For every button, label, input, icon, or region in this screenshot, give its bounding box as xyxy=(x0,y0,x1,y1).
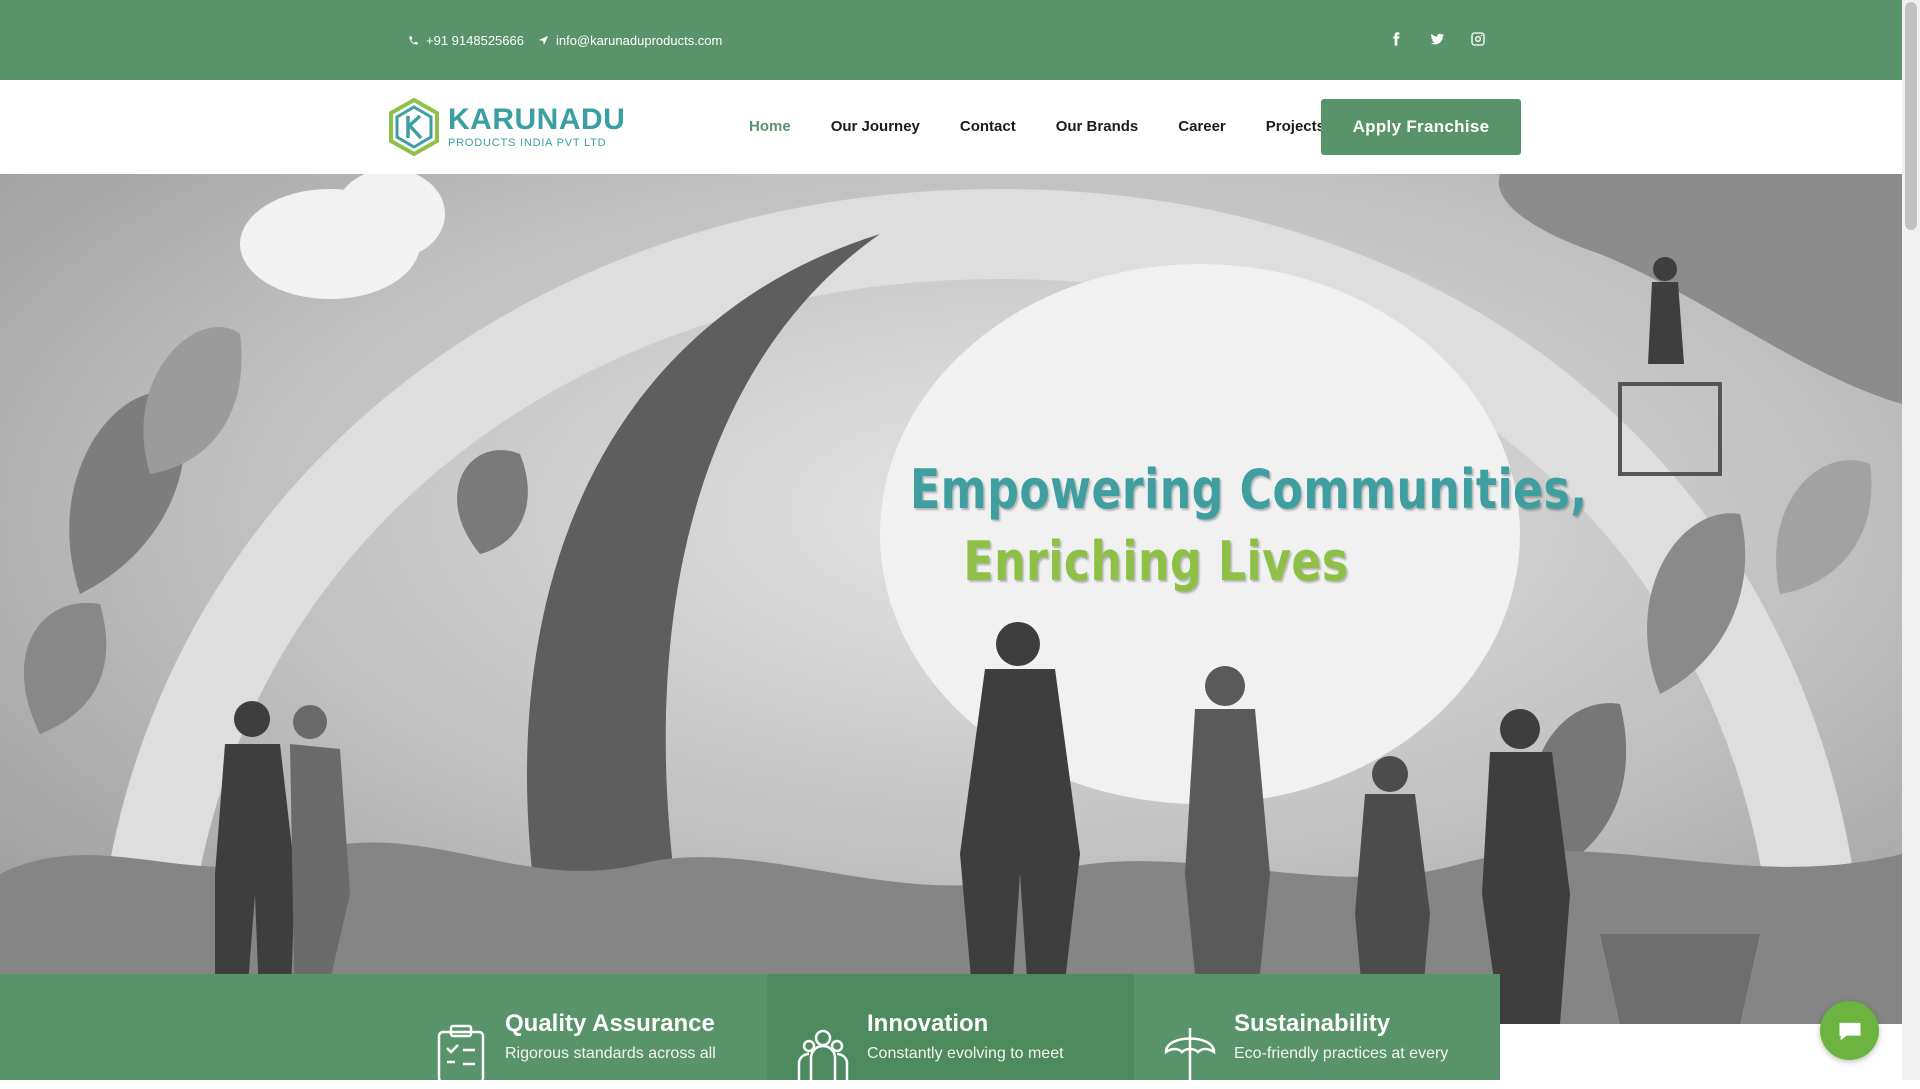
feature-title-sustainability: Sustainability xyxy=(1234,1010,1391,1037)
logo-text: KARUNADU PRODUCTS INDIA PVT LTD xyxy=(448,103,626,150)
nav-item-home[interactable]: Home xyxy=(749,118,791,135)
hero-headline-line-1: Empowering Communities, xyxy=(910,458,1588,521)
instagram-icon[interactable] xyxy=(1468,29,1487,48)
hero-headline: Empowering Communities, Enriching Lives xyxy=(910,454,1588,598)
feature-card-innovation: Innovation Constantly evolving to meet xyxy=(767,974,1134,1084)
email-address: info@karunaduproducts.com xyxy=(555,33,723,48)
umbrella-icon xyxy=(1164,1024,1216,1084)
hero-headline-line-2: Enriching Lives xyxy=(963,530,1349,593)
main-navbar: KARUNADU PRODUCTS INDIA PVT LTD Home Our… xyxy=(0,80,1902,174)
nav-item-projects[interactable]: Projects xyxy=(1266,118,1325,135)
twitter-icon[interactable] xyxy=(1427,29,1446,48)
nav-item-our-brands[interactable]: Our Brands xyxy=(1056,118,1139,135)
nav-menu: Home Our Journey Contact Our Brands Care… xyxy=(749,118,1325,135)
page-scrollbar[interactable] xyxy=(1902,0,1920,1080)
phone-contact[interactable]: +91 9148525666 xyxy=(408,33,524,48)
features-strip: Quality Assurance Rigorous standards acr… xyxy=(0,974,1500,1084)
email-contact[interactable]: info@karunaduproducts.com xyxy=(538,33,722,48)
logo-brand: KARUNADU xyxy=(448,103,626,136)
scrollbar-thumb[interactable] xyxy=(1905,2,1917,230)
phone-number: +91 9148525666 xyxy=(426,33,524,48)
hexagon-k-logo-icon xyxy=(389,98,439,156)
chat-widget-button[interactable] xyxy=(1820,1001,1879,1060)
feature-desc-sustainability: Eco-friendly practices at every xyxy=(1234,1045,1449,1062)
nav-item-contact[interactable]: Contact xyxy=(960,118,1016,135)
chat-bubble-icon xyxy=(1839,1022,1860,1040)
nav-item-career[interactable]: Career xyxy=(1178,118,1226,135)
feature-desc-innovation: Constantly evolving to meet xyxy=(867,1045,1064,1062)
feature-card-quality: Quality Assurance Rigorous standards acr… xyxy=(405,974,767,1084)
checklist-icon xyxy=(435,1024,487,1084)
hero-illustration xyxy=(0,174,1902,1024)
social-links xyxy=(1386,29,1487,48)
top-contact-bar: +91 9148525666 info@karunaduproducts.com xyxy=(0,0,1902,80)
hero-banner: Empowering Communities, Enriching Lives xyxy=(0,174,1902,1024)
phone-icon xyxy=(409,36,418,45)
feature-title-innovation: Innovation xyxy=(867,1010,989,1037)
feature-card-sustainability: Sustainability Eco-friendly practices at… xyxy=(1134,974,1500,1084)
feature-title-quality: Quality Assurance xyxy=(505,1010,715,1037)
facebook-icon[interactable] xyxy=(1386,29,1405,48)
paper-plane-icon xyxy=(538,35,549,46)
contact-info: +91 9148525666 info@karunaduproducts.com xyxy=(408,33,722,48)
company-logo[interactable]: KARUNADU PRODUCTS INDIA PVT LTD xyxy=(388,98,625,156)
nav-item-our-journey[interactable]: Our Journey xyxy=(831,118,920,135)
team-icon xyxy=(797,1024,849,1084)
apply-franchise-button[interactable]: Apply Franchise xyxy=(1321,99,1521,155)
logo-subtitle: PRODUCTS INDIA PVT LTD xyxy=(448,137,607,149)
feature-desc-quality: Rigorous standards across all xyxy=(505,1045,716,1062)
